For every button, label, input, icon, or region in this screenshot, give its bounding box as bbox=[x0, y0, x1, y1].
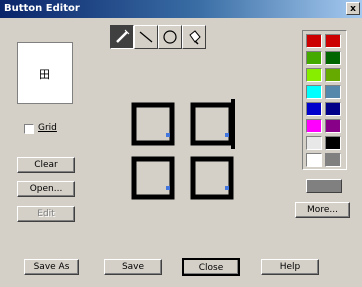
drawing-canvas[interactable] bbox=[130, 96, 238, 202]
color-swatch[interactable] bbox=[306, 85, 322, 99]
fill-tool[interactable] bbox=[182, 25, 206, 49]
color-swatch[interactable] bbox=[306, 136, 322, 150]
current-color-swatch bbox=[306, 179, 342, 193]
drawing-toolbar bbox=[110, 25, 208, 51]
drawn-square-top-left bbox=[131, 102, 175, 146]
color-swatch[interactable] bbox=[325, 102, 341, 116]
color-swatch[interactable] bbox=[325, 34, 341, 48]
color-swatch[interactable] bbox=[306, 51, 322, 65]
color-swatch[interactable] bbox=[306, 34, 322, 48]
line-icon bbox=[139, 31, 153, 43]
color-swatch[interactable] bbox=[325, 85, 341, 99]
ellipse-tool[interactable] bbox=[158, 25, 182, 49]
more-colors-button[interactable]: More... bbox=[295, 202, 350, 218]
color-swatch[interactable] bbox=[325, 153, 341, 167]
window-title: Button Editor bbox=[4, 3, 80, 14]
color-swatch[interactable] bbox=[306, 119, 322, 133]
save-as-button[interactable]: Save As bbox=[24, 259, 79, 275]
drawn-square-bottom-right bbox=[190, 156, 234, 200]
color-swatch[interactable] bbox=[325, 68, 341, 82]
color-swatch[interactable] bbox=[325, 119, 341, 133]
color-swatch[interactable] bbox=[306, 153, 322, 167]
save-button[interactable]: Save bbox=[104, 259, 162, 275]
pencil-tool[interactable] bbox=[110, 25, 134, 49]
color-swatch[interactable] bbox=[306, 68, 322, 82]
color-swatch[interactable] bbox=[325, 51, 341, 65]
ellipse-icon bbox=[163, 30, 177, 44]
help-button[interactable]: Help bbox=[261, 259, 319, 275]
line-tool[interactable] bbox=[134, 25, 158, 49]
drawn-square-top-right bbox=[190, 102, 234, 146]
preview-icon: 田 bbox=[39, 68, 50, 81]
open-button[interactable]: Open... bbox=[17, 181, 75, 197]
drawing-artwork bbox=[131, 99, 235, 200]
color-swatch[interactable] bbox=[325, 136, 341, 150]
clear-button[interactable]: Clear bbox=[17, 157, 75, 173]
edit-button[interactable]: Edit bbox=[17, 206, 75, 222]
grid-checkbox[interactable] bbox=[24, 124, 34, 134]
grid-label: Grid bbox=[38, 123, 57, 133]
color-palette bbox=[302, 30, 347, 170]
drawn-square-bottom-left bbox=[131, 156, 175, 200]
fill-icon bbox=[189, 30, 201, 45]
button-preview: 田 bbox=[17, 42, 73, 104]
color-swatch[interactable] bbox=[306, 102, 322, 116]
title-bar: Button Editor x bbox=[0, 0, 362, 18]
pencil-icon bbox=[116, 29, 130, 43]
close-button[interactable]: Close bbox=[182, 258, 240, 276]
close-window-button[interactable]: x bbox=[346, 2, 360, 15]
